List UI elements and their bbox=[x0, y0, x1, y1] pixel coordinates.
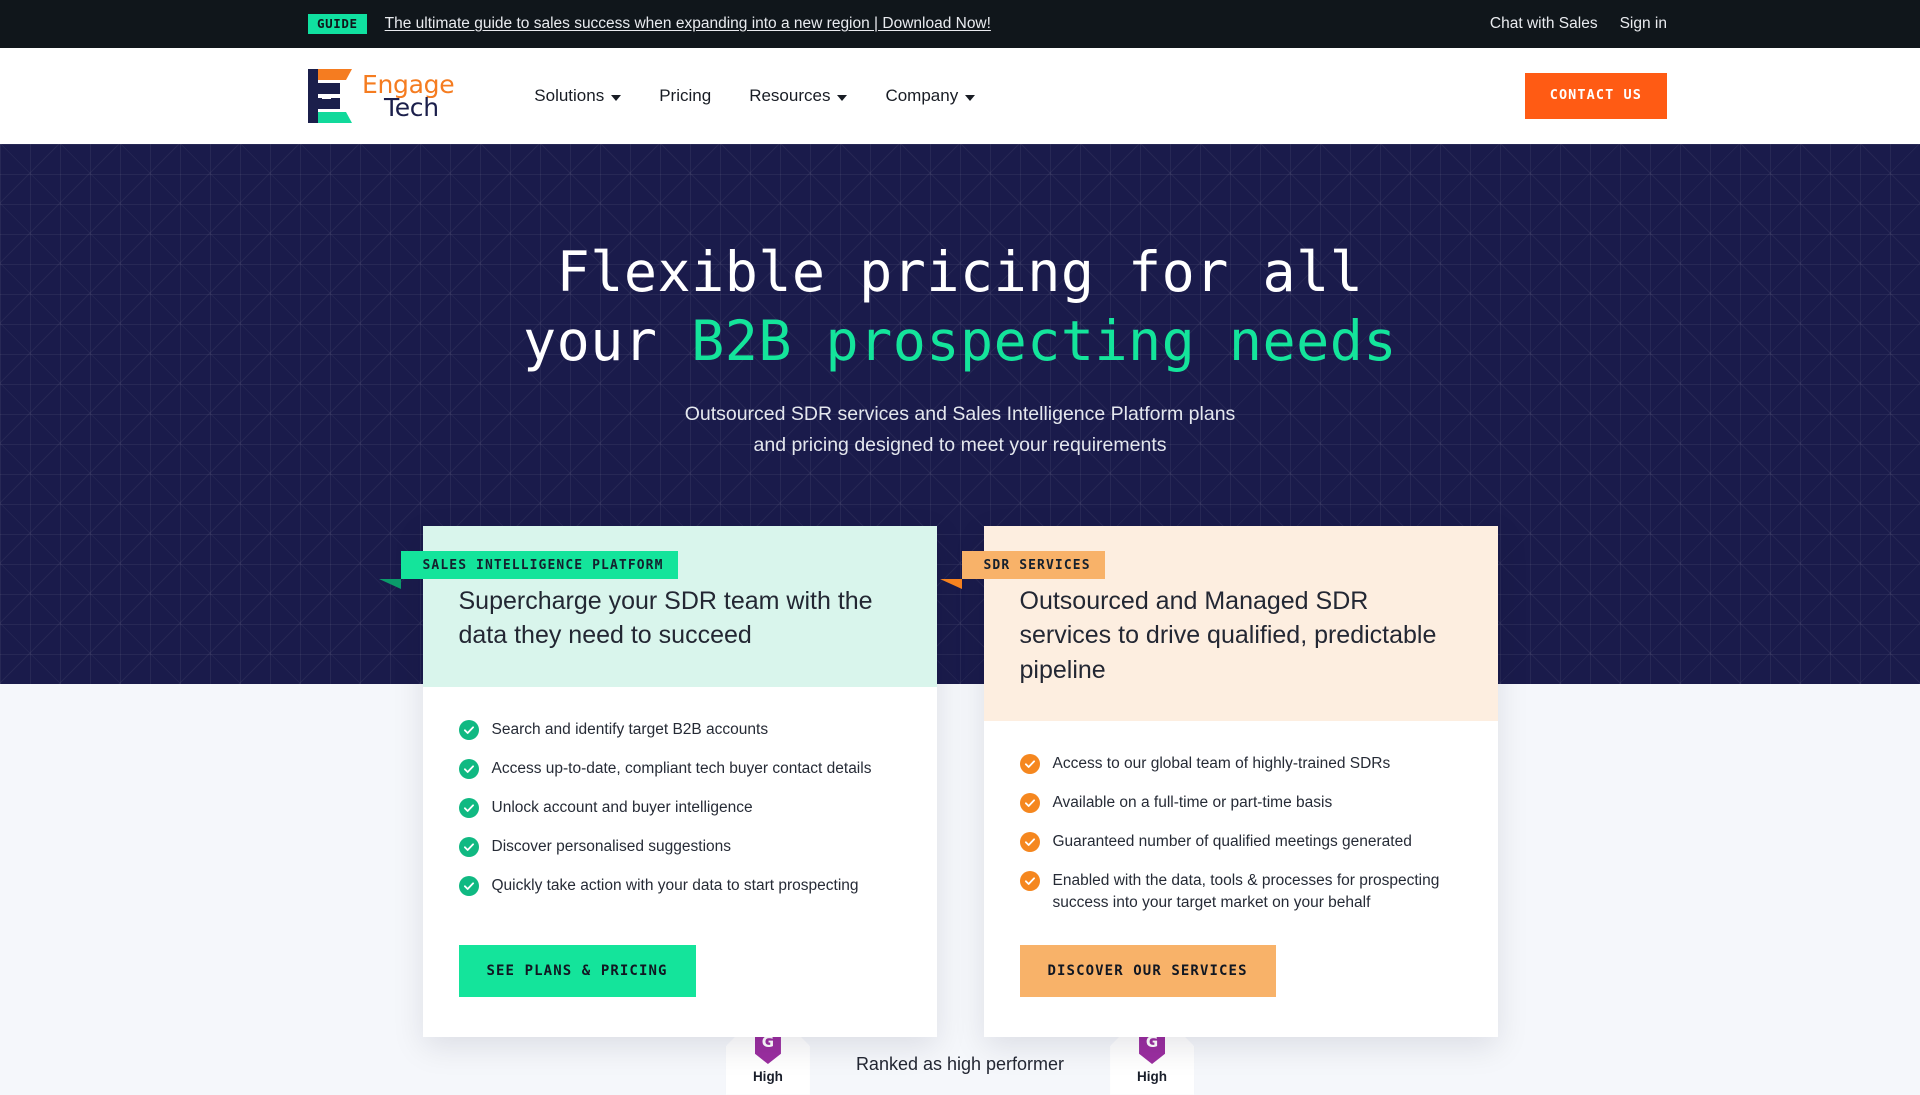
list-item: Unlock account and buyer intelligence bbox=[458, 797, 901, 819]
logo-word-tech: Tech bbox=[384, 93, 439, 122]
list-item-label: Access to our global team of highly-trai… bbox=[1052, 754, 1391, 772]
hero-subtitle-line-2: and pricing designed to meet your requir… bbox=[753, 433, 1167, 456]
hero-content: Flexible pricing for all your B2B prospe… bbox=[0, 144, 1920, 461]
list-item-label: Guaranteed number of qualified meetings … bbox=[1052, 832, 1412, 850]
see-plans-and-pricing-button[interactable]: SEE PLANS & PRICING bbox=[458, 944, 696, 997]
card-badge-label: SDR SERVICES bbox=[983, 558, 1091, 573]
card-body: Search and identify target B2B accounts … bbox=[423, 687, 937, 931]
list-item-label: Unlock account and buyer intelligence bbox=[491, 798, 753, 816]
sign-in-link[interactable]: Sign in bbox=[1620, 15, 1667, 33]
pricing-cards: SALES INTELLIGENCE PLATFORM Supercharge … bbox=[0, 526, 1920, 1037]
badge-fold-shape bbox=[378, 579, 401, 589]
list-item-label: Available on a full-time or part-time ba… bbox=[1052, 793, 1333, 811]
g2-badge-label: High bbox=[1137, 1069, 1168, 1084]
check-circle-icon bbox=[1019, 870, 1040, 891]
list-item: Access to our global team of highly-trai… bbox=[1019, 753, 1462, 775]
g2-logo-icon: G bbox=[1139, 1032, 1166, 1064]
list-item-label: Discover personalised suggestions bbox=[491, 837, 732, 855]
logo-mark-icon bbox=[308, 69, 352, 123]
nav-menu: Solutions Pricing Resources Company bbox=[534, 86, 976, 106]
nav-item-label: Company bbox=[885, 86, 959, 105]
card-sdr-services: SDR SERVICES Outsourced and Managed SDR … bbox=[939, 526, 1498, 1037]
contact-us-button[interactable]: CONTACT US bbox=[1524, 73, 1667, 119]
card-badge-label: SALES INTELLIGENCE PLATFORM bbox=[422, 558, 664, 573]
card-footer: DISCOVER OUR SERVICES bbox=[984, 931, 1498, 1037]
g2-badge-label: High bbox=[752, 1069, 783, 1084]
logo-wordmark: Engage Tech bbox=[362, 72, 455, 122]
nav-item-company[interactable]: Company bbox=[885, 86, 976, 106]
card-sales-intelligence-platform: SALES INTELLIGENCE PLATFORM Supercharge … bbox=[378, 526, 937, 1037]
g2-badge-left: G High bbox=[725, 1032, 810, 1095]
page-title: Flexible pricing for all your B2B prospe… bbox=[0, 238, 1920, 377]
check-circle-icon bbox=[1019, 831, 1040, 852]
nav-item-pricing[interactable]: Pricing bbox=[659, 86, 711, 106]
list-item: Search and identify target B2B accounts bbox=[458, 719, 901, 741]
check-circle-icon bbox=[458, 875, 479, 896]
hero-section: Flexible pricing for all your B2B prospe… bbox=[0, 144, 1920, 1037]
list-item: Discover personalised suggestions bbox=[458, 836, 901, 858]
check-circle-icon bbox=[458, 719, 479, 740]
discover-our-services-button[interactable]: DISCOVER OUR SERVICES bbox=[1019, 944, 1276, 997]
chat-with-sales-link[interactable]: Chat with Sales bbox=[1490, 15, 1598, 33]
chevron-down-icon bbox=[611, 94, 622, 101]
badge-fold-shape bbox=[939, 579, 962, 589]
g2-badge-right: G High bbox=[1110, 1032, 1195, 1095]
check-circle-icon bbox=[458, 836, 479, 857]
chevron-down-icon bbox=[837, 94, 848, 101]
logo[interactable]: Engage Tech bbox=[308, 69, 455, 123]
topbar-utility-links: Chat with Sales Sign in bbox=[1490, 15, 1667, 33]
check-circle-icon bbox=[458, 758, 479, 779]
card-title: Supercharge your SDR team with the data … bbox=[458, 587, 873, 650]
feature-list: Access to our global team of highly-trai… bbox=[1019, 753, 1462, 914]
chevron-down-icon bbox=[965, 94, 976, 101]
g2-logo-icon: G bbox=[754, 1032, 781, 1064]
card-title: Outsourced and Managed SDR services to d… bbox=[1019, 587, 1437, 684]
list-item: Quickly take action with your data to st… bbox=[458, 875, 901, 897]
hero-title-plain: your bbox=[523, 309, 692, 374]
announcement-bar: GUIDE The ultimate guide to sales succes… bbox=[0, 0, 1920, 48]
card-badge: SDR SERVICES bbox=[939, 551, 1105, 589]
g2-badges-strip: G High Ranked as high performer G High bbox=[0, 1032, 1920, 1095]
announcement-content: GUIDE The ultimate guide to sales succes… bbox=[308, 14, 991, 34]
list-item: Enabled with the data, tools & processes… bbox=[1019, 870, 1462, 914]
hero-subtitle: Outsourced SDR services and Sales Intell… bbox=[0, 399, 1920, 461]
hero-title-accent: B2B prospecting needs bbox=[691, 309, 1397, 374]
g2-caption: Ranked as high performer bbox=[855, 1054, 1065, 1074]
card-body: Access to our global team of highly-trai… bbox=[984, 721, 1498, 931]
nav-item-resources[interactable]: Resources bbox=[749, 86, 848, 106]
main-navbar: Engage Tech Solutions Pricing Resources … bbox=[0, 48, 1920, 144]
hero-subtitle-line-1: Outsourced SDR services and Sales Intell… bbox=[684, 402, 1236, 425]
hero-title-line-2: your B2B prospecting needs bbox=[0, 307, 1920, 376]
list-item: Available on a full-time or part-time ba… bbox=[1019, 792, 1462, 814]
list-item-label: Access up-to-date, compliant tech buyer … bbox=[491, 759, 872, 777]
check-circle-icon bbox=[458, 797, 479, 818]
guide-chip: GUIDE bbox=[308, 14, 367, 34]
list-item-label: Enabled with the data, tools & processes… bbox=[1052, 871, 1440, 911]
hero-title-line-1: Flexible pricing for all bbox=[556, 240, 1364, 304]
list-item: Guaranteed number of qualified meetings … bbox=[1019, 831, 1462, 853]
nav-item-label: Pricing bbox=[659, 86, 712, 105]
list-item: Access up-to-date, compliant tech buyer … bbox=[458, 758, 901, 780]
feature-list: Search and identify target B2B accounts … bbox=[458, 719, 901, 897]
list-item-label: Search and identify target B2B accounts bbox=[491, 720, 769, 738]
nav-item-label: Solutions bbox=[534, 86, 605, 105]
card-header: SALES INTELLIGENCE PLATFORM Supercharge … bbox=[378, 526, 937, 687]
list-item-label: Quickly take action with your data to st… bbox=[491, 876, 859, 894]
nav-item-solutions[interactable]: Solutions bbox=[534, 86, 622, 106]
announcement-link[interactable]: The ultimate guide to sales success when… bbox=[385, 15, 991, 33]
nav-item-label: Resources bbox=[749, 86, 831, 105]
card-footer: SEE PLANS & PRICING bbox=[423, 931, 937, 1037]
check-circle-icon bbox=[1019, 753, 1040, 774]
card-badge: SALES INTELLIGENCE PLATFORM bbox=[378, 551, 678, 589]
check-circle-icon bbox=[1019, 792, 1040, 813]
card-header: SDR SERVICES Outsourced and Managed SDR … bbox=[939, 526, 1498, 721]
